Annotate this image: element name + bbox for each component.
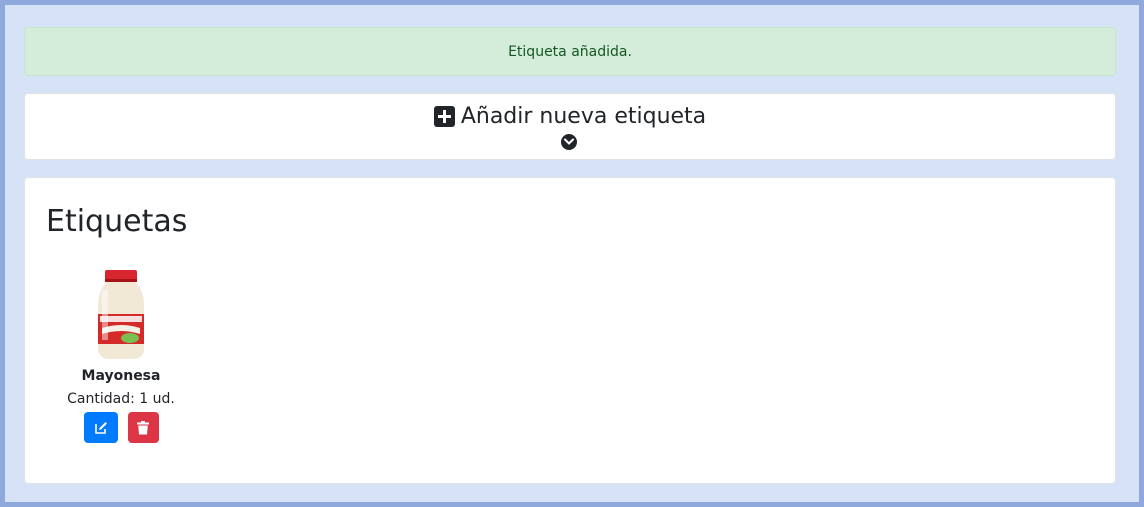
edit-button[interactable]: [83, 412, 118, 443]
edit-icon: [94, 421, 107, 434]
add-label-card[interactable]: Añadir nueva etiqueta: [24, 93, 1116, 160]
page-frame: Etiqueta añadida. Añadir nueva etiqueta …: [0, 0, 1144, 507]
chevron-down-icon[interactable]: [561, 134, 577, 150]
label-item-quantity: Cantidad: 1 ud.: [67, 391, 175, 407]
mayonnaise-jar-image: [98, 270, 144, 359]
add-label-header[interactable]: Añadir nueva etiqueta: [25, 104, 1115, 129]
trash-icon: [137, 420, 149, 434]
plus-square-icon: [433, 106, 455, 127]
success-alert: Etiqueta añadida.: [24, 27, 1116, 76]
labels-card: Etiquetas Mayonesa Cantidad: 1 ud.: [24, 177, 1116, 484]
label-item: Mayonesa Cantidad: 1 ud.: [61, 270, 181, 443]
label-item-actions: [61, 412, 181, 443]
alert-message: Etiqueta añadida.: [508, 43, 632, 60]
add-label-title: Añadir nueva etiqueta: [460, 104, 707, 129]
labels-title: Etiquetas: [46, 204, 188, 239]
label-item-name: Mayonesa: [81, 368, 161, 384]
delete-button[interactable]: [127, 412, 159, 443]
